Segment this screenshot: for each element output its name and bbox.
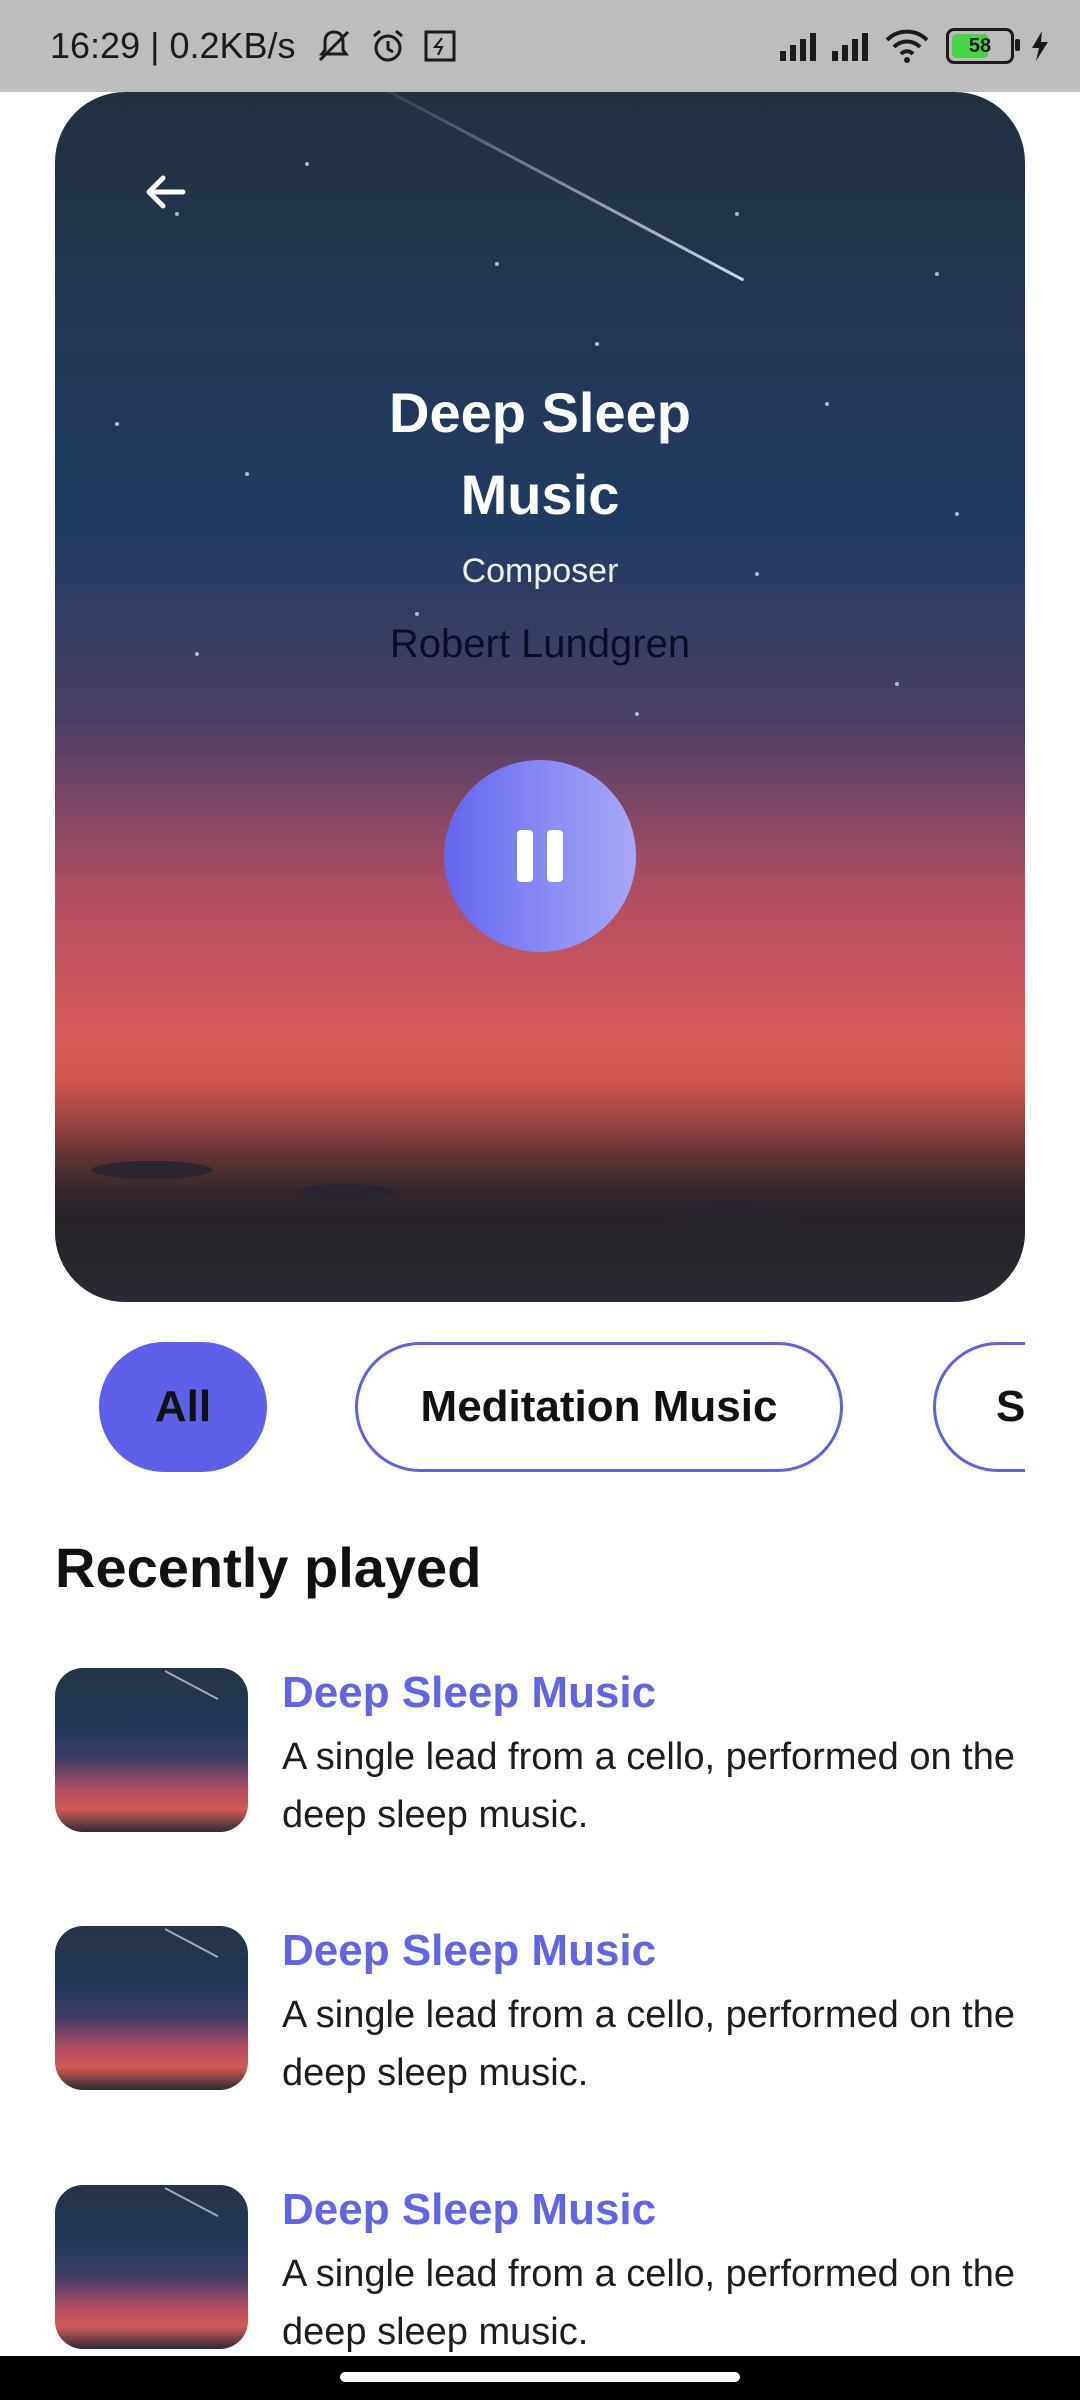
status-time-speed: 16:29 | 0.2KB/s <box>50 25 296 66</box>
filter-chips: All Meditation Music Sp <box>0 1342 1025 1477</box>
mute-bell-icon <box>318 30 349 62</box>
arrow-left-icon <box>146 175 186 209</box>
thumbnail <box>55 1926 248 2090</box>
cloud-layer <box>55 1082 1025 1302</box>
item-description: A single lead from a cello, performed on… <box>282 1736 1015 1836</box>
signal-icon-2 <box>832 31 868 61</box>
list-item[interactable]: Deep Sleep Music A single lead from a ce… <box>55 1668 1025 1838</box>
status-left: 16:29 | 0.2KB/s <box>50 0 458 92</box>
item-title: Deep Sleep Music <box>282 1926 657 1975</box>
hero-card: Deep Sleep Music Composer Robert Lundgre… <box>55 92 1025 1302</box>
wifi-icon <box>885 29 929 63</box>
chip-sp[interactable]: Sp <box>933 1342 1025 1472</box>
chip-meditation-music[interactable]: Meditation Music <box>355 1342 843 1472</box>
list-item[interactable]: Deep Sleep Music A single lead from a ce… <box>55 1926 1025 2096</box>
thumbnail <box>55 2185 248 2349</box>
status-right: 58 <box>780 0 1050 92</box>
alarm-icon <box>372 29 403 62</box>
list-item[interactable]: Deep Sleep Music A single lead from a ce… <box>55 2185 1025 2355</box>
home-handle[interactable] <box>340 2372 740 2382</box>
pause-button[interactable] <box>444 760 636 952</box>
item-description: A single lead from a cello, performed on… <box>282 2253 1015 2353</box>
hero-subtitle: Composer <box>461 552 619 590</box>
status-bar: 16:29 | 0.2KB/s 58 <box>0 0 1080 92</box>
hero-title-line2: Music <box>460 463 620 526</box>
chip-all[interactable]: All <box>99 1342 267 1472</box>
battery-icon: 58 <box>946 28 1020 64</box>
hero-title-line1: Deep Sleep <box>389 381 691 444</box>
hero-title: Deep Sleep Music <box>55 372 1025 536</box>
section-title-recently-played: Recently played <box>55 1536 482 1599</box>
item-title: Deep Sleep Music <box>282 2185 657 2234</box>
item-description: A single lead from a cello, performed on… <box>282 1994 1015 2094</box>
hero-artist: Robert Lundgren <box>389 622 691 666</box>
charging-icon <box>1032 31 1048 61</box>
battery-level: 58 <box>968 34 992 57</box>
signal-icon <box>780 31 816 61</box>
item-title: Deep Sleep Music <box>282 1668 657 1717</box>
nfc-icon <box>424 30 456 62</box>
back-button[interactable] <box>125 152 205 232</box>
pause-icon <box>510 830 570 882</box>
thumbnail <box>55 1668 248 1832</box>
